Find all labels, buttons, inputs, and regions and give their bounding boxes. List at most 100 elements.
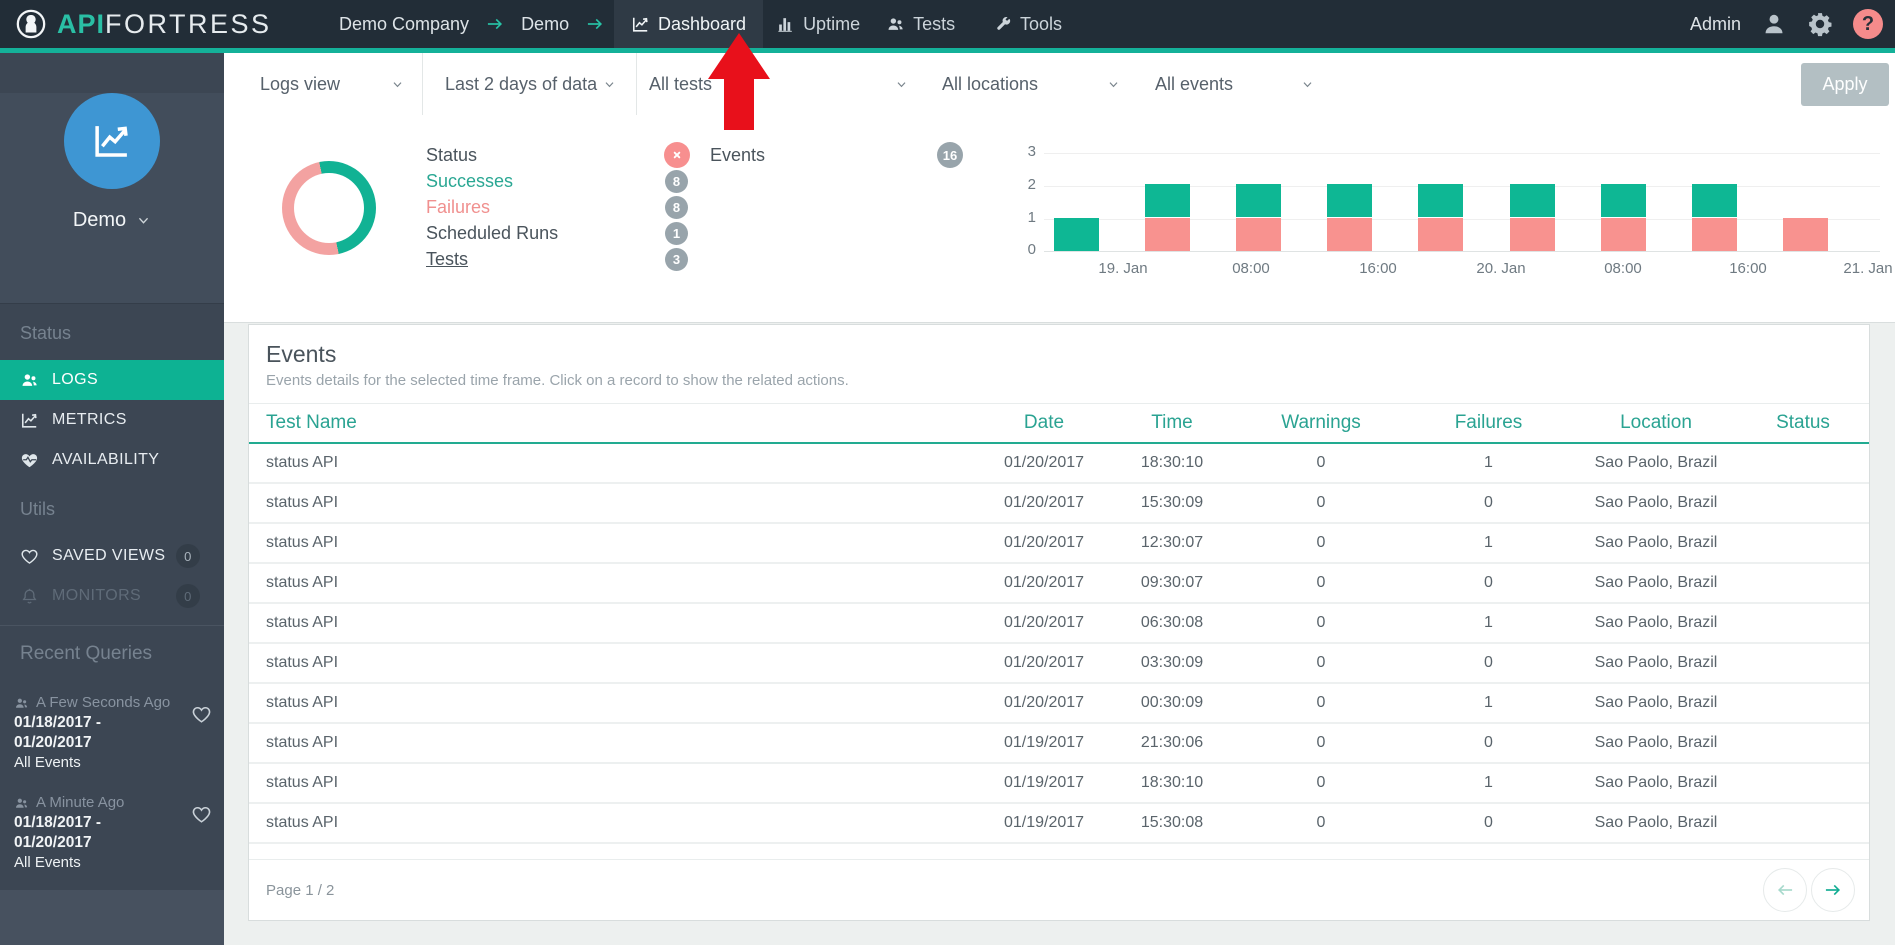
gridline-y3 — [1044, 153, 1880, 154]
cell-date: 01/20/2017 — [984, 454, 1104, 472]
next-page-button[interactable] — [1811, 868, 1855, 912]
chevron-down-icon — [391, 78, 404, 91]
cell-time: 15:30:08 — [1104, 814, 1240, 832]
breadcrumb-item-demo[interactable]: Demo — [521, 14, 569, 35]
events-card-title: Events — [266, 341, 1869, 368]
query-age: A Minute Ago — [14, 793, 182, 813]
sidebar-item-label: SAVED VIEWS — [52, 547, 165, 565]
cell-location: Sao Paolo, Brazil — [1575, 774, 1737, 792]
recent-query[interactable]: A Minute Ago01/18/2017 - 01/20/2017All E… — [0, 793, 224, 873]
legend-badge-successes: 8 — [665, 170, 688, 193]
apifortress-dashboard: APIFORTRESS Demo CompanyDemo DashboardUp… — [0, 0, 1895, 945]
line-chart-icon — [631, 15, 650, 34]
cell-date: 01/19/2017 — [984, 774, 1104, 792]
bar-successes-0 — [1054, 218, 1099, 251]
x-tick-label: 08:00 — [1206, 260, 1296, 277]
project-avatar[interactable] — [64, 93, 160, 189]
cell-failures: 1 — [1402, 534, 1575, 552]
gear-icon[interactable] — [1807, 11, 1833, 37]
prev-page-button[interactable] — [1763, 868, 1807, 912]
cell-test-name: status API — [249, 774, 984, 792]
cell-test-name: status API — [249, 654, 984, 672]
query-age: A Few Seconds Ago — [14, 693, 182, 713]
line-chart-icon — [91, 120, 133, 162]
cell-test-name: status API — [249, 814, 984, 832]
legend-label-status: Status — [426, 145, 477, 165]
legend-badge-tests: 3 — [665, 248, 688, 271]
cell-time: 00:30:09 — [1104, 694, 1240, 712]
sidebar-item-metrics[interactable]: METRICS — [0, 400, 224, 440]
event-row[interactable]: status API01/20/201715:30:0900Sao Paolo,… — [249, 484, 1869, 524]
event-row[interactable]: status API01/19/201721:30:0600Sao Paolo,… — [249, 724, 1869, 764]
bar-failures-3 — [1327, 218, 1372, 251]
sidebar-item-availability[interactable]: AVAILABILITY — [0, 440, 224, 480]
logo-text: APIFORTRESS — [57, 9, 272, 40]
cell-location: Sao Paolo, Brazil — [1575, 454, 1737, 472]
sidebar-footer — [0, 890, 224, 945]
cell-warnings: 0 — [1240, 734, 1402, 752]
filter-tests-dropdown[interactable]: All tests — [637, 53, 930, 115]
cell-failures: 1 — [1402, 454, 1575, 472]
legend-label-failures[interactable]: Failures — [426, 197, 490, 217]
filter-locations-dropdown[interactable]: All locations — [930, 53, 1140, 115]
event-row[interactable]: status API01/20/201703:30:0900Sao Paolo,… — [249, 644, 1869, 684]
legend-label-scheduled-runs: Scheduled Runs — [426, 223, 558, 243]
chevron-down-icon — [603, 78, 616, 91]
chevron-down-icon — [1301, 78, 1314, 91]
breadcrumb: Demo Company Demo — [339, 0, 607, 48]
cell-test-name: status API — [249, 574, 984, 592]
line-chart-icon — [20, 411, 39, 430]
recent-query[interactable]: A Few Seconds Ago01/18/2017 - 01/20/2017… — [0, 693, 224, 773]
bar-successes-3 — [1327, 184, 1372, 217]
cell-location: Sao Paolo, Brazil — [1575, 494, 1737, 512]
admin-label: Admin — [1690, 14, 1741, 35]
filter-timeframe-dropdown[interactable]: Last 2 days of data — [423, 53, 637, 115]
breadcrumb-item-demo-company[interactable]: Demo Company — [339, 14, 469, 35]
apifortress-logo[interactable]: APIFORTRESS — [14, 0, 272, 48]
event-row[interactable]: status API01/20/201706:30:0801Sao Paolo,… — [249, 604, 1869, 644]
cell-date: 01/20/2017 — [984, 694, 1104, 712]
legend-label-successes[interactable]: Successes — [426, 171, 513, 191]
x-tick-label: 16:00 — [1333, 260, 1423, 277]
legend-label-tests[interactable]: Tests — [426, 249, 468, 269]
cell-date: 01/19/2017 — [984, 814, 1104, 832]
sidebar-item-monitors[interactable]: MONITORS0 — [0, 576, 224, 616]
sidebar-item-logs[interactable]: LOGS — [0, 360, 224, 400]
cell-date: 01/20/2017 — [984, 654, 1104, 672]
cell-failures: 1 — [1402, 774, 1575, 792]
event-row[interactable]: status API01/19/201715:30:0800Sao Paolo,… — [249, 804, 1869, 844]
event-row[interactable]: status API01/20/201709:30:0700Sao Paolo,… — [249, 564, 1869, 604]
cell-warnings: 0 — [1240, 654, 1402, 672]
event-row[interactable]: status API01/20/201700:30:0901Sao Paolo,… — [249, 684, 1869, 724]
legend-badge-scheduled-runs: 1 — [665, 222, 688, 245]
user-icon[interactable] — [1761, 11, 1787, 37]
filter-view-dropdown[interactable]: Logs view — [224, 53, 423, 115]
project-selector[interactable]: Demo — [73, 209, 151, 232]
event-row[interactable]: status API01/20/201718:30:1001Sao Paolo,… — [249, 444, 1869, 484]
tools-menu[interactable]: Tools — [994, 0, 1062, 48]
cell-failures: 0 — [1402, 574, 1575, 592]
tab-tests[interactable]: Tests — [873, 0, 968, 48]
events-card-subtitle: Events details for the selected time fra… — [266, 372, 1869, 389]
event-row[interactable]: status API01/20/201712:30:0701Sao Paolo,… — [249, 524, 1869, 564]
cell-date: 01/20/2017 — [984, 534, 1104, 552]
cell-location: Sao Paolo, Brazil — [1575, 534, 1737, 552]
heart-icon[interactable] — [191, 704, 212, 725]
sidebar-item-saved-views[interactable]: SAVED VIEWS0 — [0, 536, 224, 576]
query-scope: All Events — [14, 753, 182, 773]
cell-date: 01/20/2017 — [984, 574, 1104, 592]
red-annotation-arrow — [708, 33, 770, 130]
cell-location: Sao Paolo, Brazil — [1575, 574, 1737, 592]
tab-uptime[interactable]: Uptime — [763, 0, 873, 48]
filter-timeframe-value: Last 2 days of data — [445, 74, 597, 95]
apply-button[interactable]: Apply — [1801, 63, 1889, 106]
event-row[interactable]: status API01/19/201718:30:1001Sao Paolo,… — [249, 764, 1869, 804]
cell-time: 18:30:10 — [1104, 774, 1240, 792]
filter-events-value: All events — [1155, 74, 1233, 95]
cell-location: Sao Paolo, Brazil — [1575, 614, 1737, 632]
tab-label: Tests — [913, 14, 955, 35]
heart-icon[interactable] — [191, 804, 212, 825]
filter-events-dropdown[interactable]: All events — [1140, 53, 1340, 115]
top-navbar: APIFORTRESS Demo CompanyDemo DashboardUp… — [0, 0, 1895, 48]
help-icon[interactable]: ? — [1853, 9, 1883, 39]
